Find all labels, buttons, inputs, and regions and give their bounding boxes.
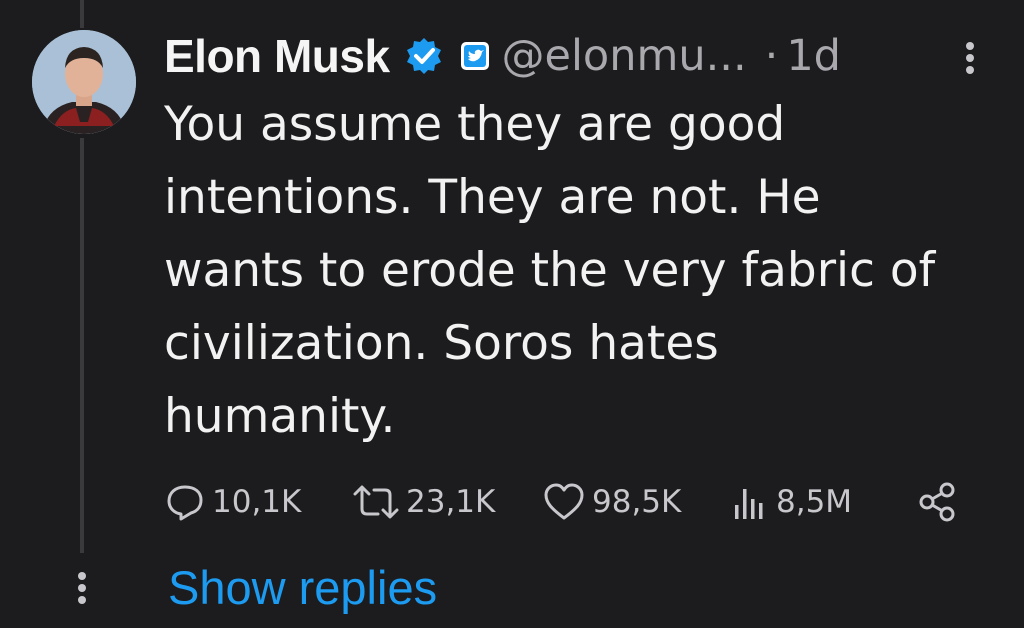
- action-bar: 10,1K 23,1K 98,5K 8,5M: [164, 478, 964, 526]
- like-icon: [544, 483, 584, 520]
- more-options-icon[interactable]: [964, 38, 976, 78]
- verified-badge-icon: [406, 38, 441, 74]
- tweet-line: You assume they are good: [164, 97, 786, 152]
- thread-line-top: [80, 0, 84, 28]
- avatar[interactable]: [32, 30, 136, 134]
- timestamp[interactable]: 1d: [786, 31, 841, 81]
- reply-count: 10,1K: [212, 484, 302, 520]
- tweet-text: You assume they are good intentions. The…: [164, 88, 984, 453]
- avatar-image: [32, 30, 136, 134]
- share-button[interactable]: [916, 478, 958, 526]
- like-count: 98,5K: [592, 484, 682, 520]
- views-button[interactable]: 8,5M: [730, 478, 852, 526]
- tweet-line: humanity.: [164, 389, 396, 444]
- author-name[interactable]: Elon Musk: [164, 29, 390, 83]
- retweet-count: 23,1K: [406, 484, 496, 520]
- views-icon: [735, 489, 763, 519]
- like-button[interactable]: 98,5K: [542, 478, 681, 526]
- reply-button[interactable]: 10,1K: [164, 478, 301, 526]
- retweet-icon: [353, 485, 399, 519]
- retweet-button[interactable]: 23,1K: [352, 478, 495, 526]
- share-icon: [919, 482, 955, 522]
- affiliate-badge-icon: [460, 42, 489, 70]
- separator-dot: ·: [764, 31, 779, 81]
- tweet-line: civilization. Soros hates: [164, 316, 719, 371]
- tweet-line: intentions. They are not. He: [164, 170, 821, 225]
- reply-icon: [167, 485, 203, 521]
- thread-line: [80, 138, 84, 553]
- tweet-line: wants to erode the very fabric of: [164, 243, 936, 298]
- show-replies-link[interactable]: Show replies: [168, 560, 437, 615]
- author-handle[interactable]: @elonmu...: [502, 31, 747, 81]
- tweet-header: Elon Musk @elonmu... · 1d: [164, 24, 994, 88]
- thread-more-icon[interactable]: [76, 568, 88, 608]
- views-count: 8,5M: [776, 484, 853, 520]
